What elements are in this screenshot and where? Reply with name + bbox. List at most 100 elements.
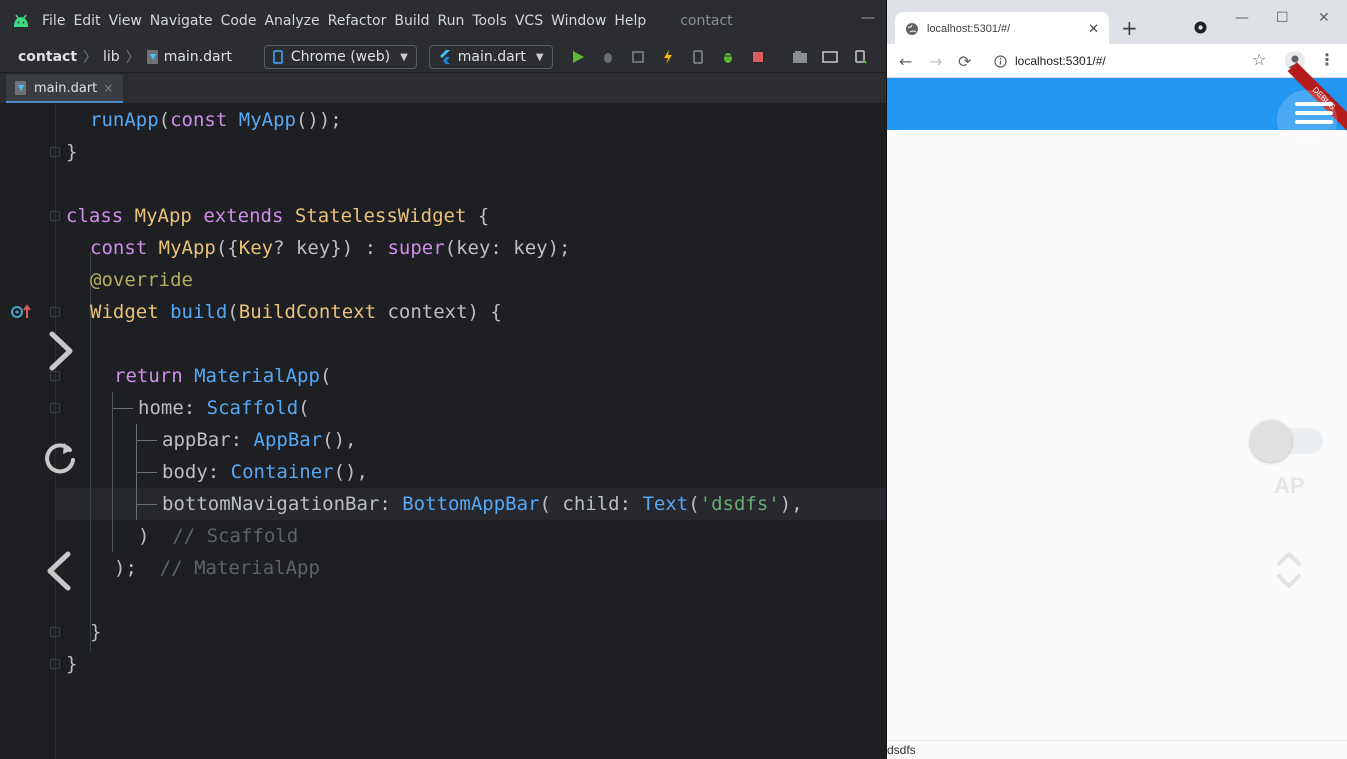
tab-label: main.dart: [34, 80, 98, 96]
code-line: ); // MaterialApp: [114, 557, 320, 579]
fold-marker[interactable]: [50, 371, 60, 381]
hot-reload-icon[interactable]: [657, 46, 679, 68]
close-icon[interactable]: ✕: [1088, 22, 1099, 37]
editor-tabs: main.dart ×: [0, 73, 887, 104]
stop-icon[interactable]: [747, 46, 769, 68]
run-config-label: main.dart: [457, 49, 526, 65]
browser-toolbar: ← → ⟳ localhost:5301/#/ ☆ ⋮: [887, 44, 1347, 78]
flutter-icon: [439, 50, 450, 64]
close-window-button[interactable]: ✕: [1318, 10, 1330, 26]
code-line: }: [66, 141, 78, 163]
media-record-icon[interactable]: [1194, 21, 1207, 34]
tab-main-dart[interactable]: main.dart ×: [6, 75, 124, 103]
menu-refactor[interactable]: Refactor: [328, 13, 387, 29]
menu-view[interactable]: View: [109, 13, 142, 29]
breadcrumb-project[interactable]: contact: [18, 49, 77, 65]
android-studio-icon: [14, 14, 28, 27]
code-line: @override: [90, 269, 193, 291]
device-icon: [273, 50, 283, 64]
fold-marker[interactable]: [50, 147, 60, 157]
fold-marker[interactable]: [50, 211, 60, 221]
code-line: }: [90, 621, 102, 643]
device-selector-label: Chrome (web): [290, 49, 391, 65]
back-icon[interactable]: ←: [899, 52, 912, 71]
tree-connector: [113, 408, 133, 409]
menu-edit[interactable]: Edit: [73, 13, 100, 29]
android-studio-window: File Edit View Navigate Code Analyze Ref…: [0, 0, 887, 759]
coverage-icon[interactable]: [627, 46, 649, 68]
minimize-button[interactable]: —: [861, 10, 875, 26]
menu-help[interactable]: Help: [614, 13, 646, 29]
run-config-selector[interactable]: main.dart ▼: [428, 45, 553, 69]
menu-window[interactable]: Window: [551, 13, 606, 29]
emulator-icon[interactable]: [849, 46, 871, 68]
code-editor[interactable]: runApp(const MyApp()); } class MyApp ext…: [0, 104, 887, 759]
chevron-down-icon[interactable]: [1276, 568, 1302, 594]
project-structure-icon[interactable]: [789, 46, 811, 68]
menu-code[interactable]: Code: [221, 13, 257, 29]
attach-debugger-icon[interactable]: [687, 46, 709, 68]
browser-tab[interactable]: localhost:5301/#/ ✕: [895, 12, 1109, 46]
fold-marker[interactable]: [50, 307, 60, 317]
code-line: appBar: AppBar(),: [162, 429, 357, 451]
debug-icon[interactable]: [597, 46, 619, 68]
menu-tools[interactable]: Tools: [472, 13, 507, 29]
fold-marker[interactable]: [50, 403, 60, 413]
info-icon[interactable]: [994, 54, 1007, 68]
window-title: contact: [680, 13, 733, 29]
menu-bar: File Edit View Navigate Code Analyze Ref…: [0, 0, 887, 42]
bottom-bar-text: dsdfs: [887, 743, 916, 757]
minimize-button[interactable]: —: [1235, 10, 1249, 26]
menu-analyze[interactable]: Analyze: [264, 13, 319, 29]
menu-icon[interactable]: ⋮: [1319, 50, 1335, 69]
maximize-button[interactable]: ☐: [1276, 10, 1289, 26]
breadcrumb-separator: 〉: [83, 50, 98, 66]
address-bar[interactable]: localhost:5301/#/: [986, 48, 1271, 74]
indent-guide: [112, 392, 113, 552]
chevron-down-icon: ▼: [400, 51, 408, 63]
bookmark-star-icon[interactable]: ☆: [1252, 50, 1266, 69]
tree-connector: [137, 472, 157, 473]
breadcrumb-file[interactable]: main.dart: [164, 49, 232, 65]
debug-bug-icon[interactable]: [717, 46, 739, 68]
toggle-switch[interactable]: [1250, 420, 1292, 462]
gutter: [0, 104, 55, 759]
menu-file[interactable]: File: [42, 13, 65, 29]
hamburger-menu-icon[interactable]: [1277, 90, 1337, 150]
code-line: bottomNavigationBar: BottomAppBar( child…: [162, 493, 803, 515]
autoplay-label: AP: [1274, 473, 1305, 498]
replay-icon[interactable]: [42, 440, 78, 476]
code-line: runApp(const MyApp());: [90, 109, 342, 131]
breadcrumb-separator: 〉: [125, 50, 140, 66]
device-manager-icon[interactable]: [819, 46, 841, 68]
menu-build[interactable]: Build: [394, 13, 429, 29]
dart-file-icon: [15, 81, 26, 95]
code-line: body: Container(),: [162, 461, 368, 483]
url-text: localhost:5301/#/: [1015, 54, 1106, 68]
globe-icon: [906, 23, 918, 35]
device-selector[interactable]: Chrome (web) ▼: [263, 45, 417, 69]
forward-icon[interactable]: →: [929, 52, 942, 71]
chevron-left-icon[interactable]: [44, 550, 76, 592]
dart-file-icon: [146, 50, 158, 64]
chrome-window: localhost:5301/#/ ✕ + — ☐ ✕ ← → ⟳ localh…: [887, 0, 1347, 759]
chevron-right-icon[interactable]: [44, 330, 76, 372]
reload-icon[interactable]: ⟳: [958, 52, 971, 71]
menu-run[interactable]: Run: [438, 13, 465, 29]
menu-vcs[interactable]: VCS: [515, 13, 543, 29]
code-line: home: Scaffold(: [138, 397, 310, 419]
code-line: const MyApp({Key? key}) : super(key: key…: [90, 237, 571, 259]
close-icon[interactable]: ×: [103, 81, 113, 95]
fold-marker[interactable]: [50, 627, 60, 637]
breadcrumb-folder[interactable]: lib: [103, 49, 120, 65]
run-icon[interactable]: [567, 46, 589, 68]
override-method-icon[interactable]: [11, 303, 33, 321]
fold-marker[interactable]: [50, 659, 60, 669]
tree-connector: [137, 440, 157, 441]
flutter-app-page: DEBUG AP dsdfs: [887, 62, 1347, 759]
menu-navigate[interactable]: Navigate: [150, 13, 213, 29]
code-line: ) // Scaffold: [138, 525, 299, 547]
code-line: }: [66, 653, 78, 675]
tab-strip: localhost:5301/#/ ✕ + — ☐ ✕: [887, 0, 1347, 46]
new-tab-icon[interactable]: +: [1121, 16, 1138, 40]
